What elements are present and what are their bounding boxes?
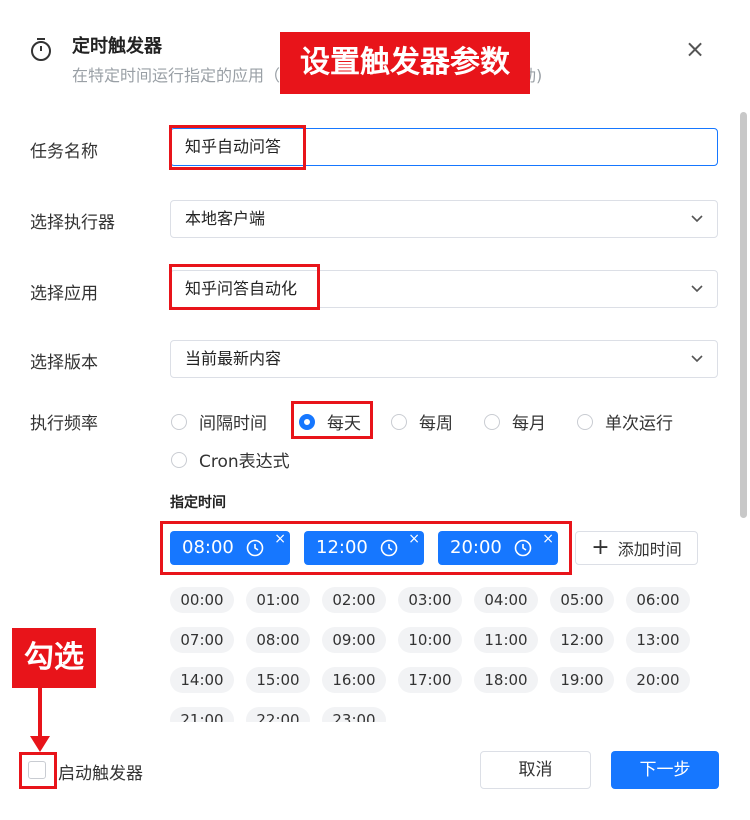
- specified-time-label: 指定时间: [170, 495, 226, 511]
- callout-set-params: 设置触发器参数: [280, 32, 530, 94]
- highlight-task-name: [169, 125, 306, 170]
- radio-dot: [391, 413, 407, 430]
- hour-chip[interactable]: 16:00: [322, 667, 386, 693]
- annotation-arrow: [30, 688, 50, 752]
- hour-chip[interactable]: 19:00: [550, 667, 614, 693]
- radio-dot: [484, 413, 500, 430]
- highlight-checkbox: [19, 752, 57, 789]
- callout-check: 勾选: [12, 628, 96, 688]
- app-label: 选择应用: [30, 284, 98, 304]
- hour-chip[interactable]: 04:00: [474, 587, 538, 613]
- frequency-option-once[interactable]: 单次运行: [577, 409, 673, 434]
- hour-chip[interactable]: 11:00: [474, 627, 538, 653]
- hour-chip[interactable]: 02:00: [322, 587, 386, 613]
- hour-chip[interactable]: 15:00: [246, 667, 310, 693]
- hour-chip[interactable]: 12:00: [550, 627, 614, 653]
- frequency-label: 执行频率: [30, 414, 98, 434]
- frequency-option-interval[interactable]: 间隔时间: [171, 409, 267, 434]
- hour-chip[interactable]: 20:00: [626, 667, 690, 693]
- executor-label: 选择执行器: [30, 213, 115, 233]
- executor-select[interactable]: 本地客户端: [170, 200, 718, 238]
- task-name-label: 任务名称: [30, 142, 98, 162]
- plus-icon: +: [591, 535, 610, 560]
- hour-chip[interactable]: 03:00: [398, 587, 462, 613]
- highlight-times: [160, 521, 572, 575]
- hour-chip[interactable]: 10:00: [398, 627, 462, 653]
- frequency-option-weekly[interactable]: 每周: [391, 409, 453, 434]
- hour-chip[interactable]: 13:00: [626, 627, 690, 653]
- frequency-option-cron[interactable]: Cron表达式: [171, 447, 290, 472]
- frequency-option-monthly[interactable]: 每月: [484, 409, 546, 434]
- hour-chip[interactable]: 05:00: [550, 587, 614, 613]
- hour-chip[interactable]: 00:00: [170, 587, 234, 613]
- chevron-down-icon: [691, 285, 703, 293]
- chevron-down-icon: [691, 355, 703, 363]
- next-step-button[interactable]: 下一步: [611, 751, 719, 789]
- add-time-button[interactable]: + 添加时间: [575, 531, 698, 565]
- timer-icon: [31, 38, 51, 61]
- executor-value: 本地客户端: [185, 209, 266, 228]
- hour-chip[interactable]: 18:00: [474, 667, 538, 693]
- highlight-app: [169, 264, 320, 310]
- hour-chip-grid: 00:00 01:00 02:00 03:00 04:00 05:00 06:00 07:00…: [170, 587, 700, 722]
- radio-dot: [171, 451, 187, 468]
- highlight-daily: [291, 401, 373, 439]
- hour-chip[interactable]: 07:00: [170, 627, 234, 653]
- enable-trigger-label: 启动触发器: [58, 764, 143, 784]
- radio-dot: [577, 413, 593, 430]
- close-icon[interactable]: ×: [682, 36, 708, 62]
- hour-chip[interactable]: 08:00: [246, 627, 310, 653]
- version-select[interactable]: 当前最新内容: [170, 340, 718, 378]
- hour-chip[interactable]: 23:00: [322, 707, 386, 722]
- hour-chip[interactable]: 21:00: [170, 707, 234, 722]
- hour-chip[interactable]: 09:00: [322, 627, 386, 653]
- scrollbar[interactable]: [740, 112, 747, 518]
- chevron-down-icon: [691, 215, 703, 223]
- cancel-button[interactable]: 取消: [480, 751, 591, 789]
- version-value: 当前最新内容: [185, 349, 282, 368]
- hour-chip[interactable]: 22:00: [246, 707, 310, 722]
- hour-chip[interactable]: 14:00: [170, 667, 234, 693]
- dialog-title: 定时触发器: [72, 36, 162, 57]
- hour-chip[interactable]: 17:00: [398, 667, 462, 693]
- radio-dot: [171, 413, 187, 430]
- hour-chip[interactable]: 06:00: [626, 587, 690, 613]
- hour-chip[interactable]: 01:00: [246, 587, 310, 613]
- timed-trigger-dialog: 定时触发器 在特定时间运行指定的应用（若客户端处于关闭状态，则无法启动) × 任…: [0, 0, 750, 820]
- version-label: 选择版本: [30, 353, 98, 373]
